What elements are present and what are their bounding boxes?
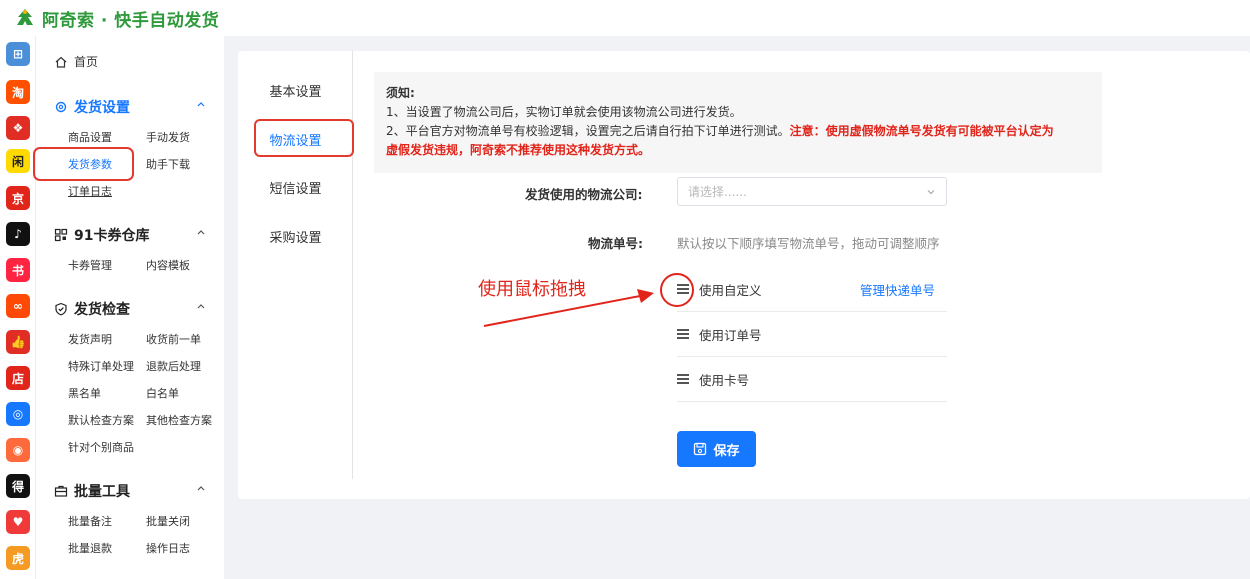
notice-line-2: 2、平台官方对物流单号有校验逻辑，设置完之后请自行拍下订单进行测试。注意：使用虚…: [386, 122, 1090, 141]
gear-icon: [55, 101, 67, 113]
goofish-icon[interactable]: 闲: [6, 149, 30, 173]
toolbox-icon: [54, 485, 68, 497]
nav-item-other-check[interactable]: 其他检查方案: [146, 412, 212, 428]
drag-handle-icon[interactable]: [677, 373, 691, 385]
drag-row-label: 使用订单号: [699, 327, 762, 343]
manage-tracking-link[interactable]: 管理快递单号: [860, 280, 935, 299]
nav-item-order-log[interactable]: 订单日志: [68, 183, 112, 199]
nav-item-assistant-download[interactable]: 助手下载: [146, 156, 190, 172]
nav-group-label: 91卡券仓库: [74, 228, 150, 244]
nav-item-after-refund[interactable]: 退款后处理: [146, 358, 201, 374]
chevron-down-icon: [927, 190, 935, 195]
chevron-up-icon: [197, 230, 205, 235]
drag-row-label: 使用卡号: [699, 372, 750, 388]
notice-box: 须知: 1、当设置了物流公司后，实物订单就会使用该物流公司进行发货。 2、平台官…: [374, 72, 1102, 173]
save-button-label: 保存: [713, 443, 740, 459]
nav-item-whitelist[interactable]: 白名单: [146, 385, 179, 401]
home-icon: [55, 56, 67, 68]
nav-item-specific-product[interactable]: 针对个别商品: [68, 439, 134, 455]
logo-icon: [14, 7, 36, 29]
nav-item-shipping-statement[interactable]: 发货声明: [68, 331, 112, 347]
tab-purchase-settings[interactable]: 采购设置: [238, 227, 353, 246]
nav-item-batch-close[interactable]: 批量关闭: [146, 513, 190, 529]
thumb-icon[interactable]: 👍: [6, 330, 30, 354]
xiaohongshu-icon[interactable]: 书: [6, 258, 30, 282]
nav-item-product-settings[interactable]: 商品设置: [68, 129, 112, 145]
kuaishou-icon[interactable]: ∞: [6, 294, 30, 318]
store-icon[interactable]: 店: [6, 366, 30, 390]
app-title: 阿奇索 · 快手自动发货: [42, 10, 220, 31]
sidebar: 首页 发货设置 商品设置 手动发货 发货参数 助手下载 订单日志 91卡券仓库 …: [33, 36, 224, 579]
nav-group-label: 发货设置: [74, 100, 130, 116]
dewu-icon[interactable]: 得: [6, 474, 30, 498]
platform-rail: ⊞ 淘 ❖ 闲京 ♪ 书 ∞ 👍 店 ◎ ◉ 得 ♥ 虎: [0, 36, 36, 579]
nav-group-shipping-check[interactable]: 发货检查: [54, 299, 206, 319]
settings-tabs: 基本设置 物流设置 短信设置 采购设置: [238, 51, 354, 479]
drag-handle-icon[interactable]: [677, 283, 691, 295]
nav-item-special-order[interactable]: 特殊订单处理: [68, 358, 134, 374]
nav-home[interactable]: 首页: [54, 53, 98, 70]
nav-item-card-management[interactable]: 卡券管理: [68, 257, 112, 273]
drag-row-custom[interactable]: 使用自定义 管理快递单号: [677, 267, 947, 312]
nav-group-card-warehouse[interactable]: 91卡券仓库: [54, 225, 206, 245]
save-icon: [694, 442, 707, 456]
tracking-hint: 默认按以下顺序填写物流单号，拖动可调整顺序: [677, 236, 940, 251]
notice-line-2-text: 2、平台官方对物流单号有校验逻辑，设置完之后请自行拍下订单进行测试。: [386, 124, 790, 138]
nav-item-blacklist[interactable]: 黑名单: [68, 385, 101, 401]
logistics-company-label: 发货使用的物流公司:: [525, 187, 643, 202]
nav-item-batch-refund[interactable]: 批量退款: [68, 540, 112, 556]
pinduoduo-icon[interactable]: ❖: [6, 116, 30, 140]
notice-warning: 注意：使用虚假物流单号发货有可能被平台认定为: [789, 124, 1054, 138]
qr-grid-icon: [54, 228, 68, 242]
nav-item-batch-note[interactable]: 批量备注: [68, 513, 112, 529]
highlight-box-shipping-params: [33, 147, 134, 181]
nav-item-pre-receipt-order[interactable]: 收货前一单: [146, 331, 201, 347]
drag-row-card-number[interactable]: 使用卡号: [677, 357, 947, 402]
logistics-company-select[interactable]: 请选择......: [677, 177, 947, 206]
notice-warning-cont: 虚假发货违规，阿奇索不推荐使用这种发货方式。: [386, 143, 651, 157]
select-placeholder: 请选择......: [688, 185, 747, 199]
taobao-icon[interactable]: 淘: [6, 80, 30, 104]
settings-card: 基本设置 物流设置 短信设置 采购设置 须知: 1、当设置了物流公司后，实物订单…: [238, 51, 1250, 499]
notice-line-1: 1、当设置了物流公司后，实物订单就会使用该物流公司进行发货。: [386, 105, 742, 119]
apps-grid-icon[interactable]: ⊞: [6, 42, 30, 66]
top-bar: 阿奇索 · 快手自动发货: [0, 0, 1250, 36]
nav-group-label: 发货检查: [74, 302, 130, 318]
annotation-text: 使用鼠标拖拽: [478, 279, 586, 300]
nav-group-label: 批量工具: [74, 484, 130, 500]
douyin-icon[interactable]: ♪: [6, 222, 30, 246]
chevron-up-icon: [197, 304, 205, 309]
nav-item-manual-shipping[interactable]: 手动发货: [146, 129, 190, 145]
drag-row-label: 使用自定义: [699, 282, 762, 298]
nav-item-default-check[interactable]: 默认检查方案: [68, 412, 134, 428]
nav-item-content-template[interactable]: 内容模板: [146, 257, 190, 273]
chevron-up-icon: [197, 486, 205, 491]
notice-title: 须知:: [386, 86, 415, 100]
shield-check-icon: [55, 302, 67, 316]
nav-group-shipping-settings[interactable]: 发货设置: [54, 97, 206, 117]
tracking-number-label: 物流单号:: [588, 236, 643, 251]
nav-item-operation-log[interactable]: 操作日志: [146, 540, 190, 556]
tiger-icon[interactable]: 虎: [6, 546, 30, 570]
nav-group-batch-tools[interactable]: 批量工具: [54, 481, 206, 501]
heart-shield-icon[interactable]: ♥: [6, 510, 30, 534]
shop-icon[interactable]: ◉: [6, 438, 30, 462]
save-button[interactable]: 保存: [677, 431, 756, 467]
drag-handle-icon[interactable]: [677, 328, 691, 340]
highlight-box-logistics-tab: [254, 119, 354, 157]
drag-row-order-number[interactable]: 使用订单号: [677, 312, 947, 357]
nav-home-label: 首页: [74, 55, 99, 69]
tab-basic-settings[interactable]: 基本设置: [238, 81, 353, 100]
chevron-up-icon: [197, 102, 205, 107]
tab-sms-settings[interactable]: 短信设置: [238, 178, 353, 197]
link-icon[interactable]: ◎: [6, 402, 30, 426]
jd-icon[interactable]: 京: [6, 186, 30, 210]
